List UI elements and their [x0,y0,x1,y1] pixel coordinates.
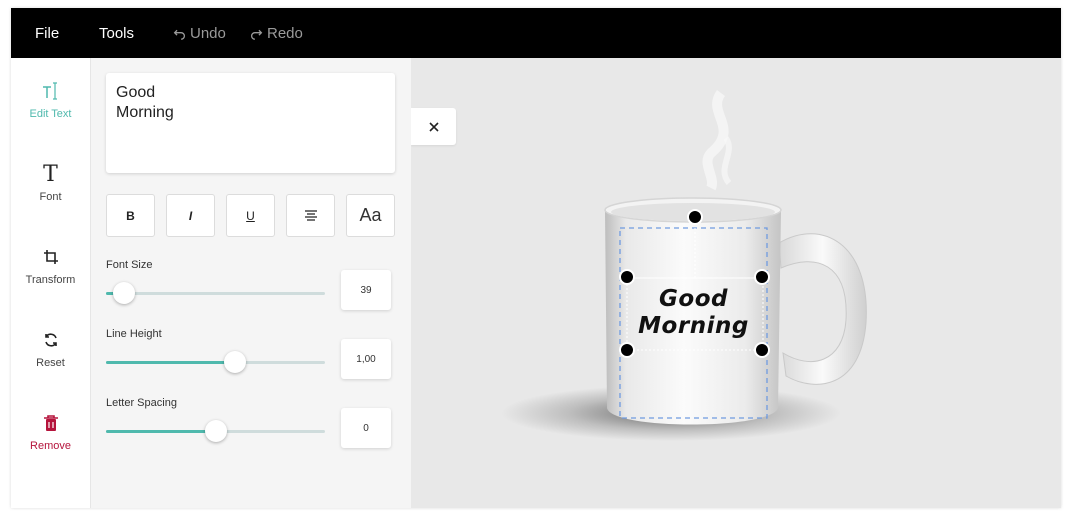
letter-spacing-fill [106,430,216,433]
sidebar-item-label: Transform [25,274,76,286]
print-line: Morning [638,313,749,339]
font-size-handle[interactable] [112,282,135,304]
undo-button[interactable]: Undo [173,25,226,42]
underline-button[interactable]: U [226,194,275,237]
sidebar-item-font[interactable]: T Font [11,161,90,204]
sidebar-item-remove[interactable]: Remove [11,410,90,452]
app-window: File Tools Undo Redo Edit Text T Font Tr… [11,8,1061,508]
tool-sidebar: Edit Text T Font Transform Reset Remove [11,58,91,508]
sidebar-item-label: Reset [36,357,65,369]
text-case-icon: Aa [359,205,382,225]
font-size-slider[interactable] [106,282,325,304]
mug-image [501,90,867,441]
italic-button[interactable]: I [166,194,215,237]
resize-handle-bottom-right[interactable] [754,342,770,358]
redo-icon [251,29,263,40]
top-menu-bar: File Tools Undo Redo [11,8,1061,58]
font-size-value[interactable]: 39 [341,270,391,310]
rotate-handle[interactable] [687,209,703,225]
resize-handle-bottom-left[interactable] [619,342,635,358]
trash-icon [11,410,90,436]
letter-spacing-value[interactable]: 0 [341,408,391,448]
font-icon: T [43,161,58,187]
line-height-slider[interactable] [106,351,325,373]
edit-text-icon [11,78,90,104]
underline-icon: U [246,208,255,223]
redo-label: Redo [267,25,303,42]
text-line: Morning [116,104,174,121]
text-line: Good [116,84,156,101]
line-height-fill [106,361,236,364]
undo-icon [173,29,185,40]
bold-button[interactable]: B [106,194,155,237]
crop-icon [11,244,90,270]
font-size-label: Font Size [106,259,153,271]
text-input[interactable]: Good Morning [106,73,395,173]
resize-handle-top-right[interactable] [754,269,770,285]
sidebar-item-transform[interactable]: Transform [11,244,90,286]
close-icon [428,121,439,132]
align-center-button[interactable] [286,194,335,237]
sidebar-item-edit-text[interactable]: Edit Text [11,78,90,120]
italic-icon: I [188,208,193,223]
line-height-label: Line Height [106,328,162,340]
text-editor-panel: Good Morning B I U Aa Font Size 39 Line … [91,58,411,508]
letter-spacing-slider[interactable] [106,420,325,442]
bold-icon: B [126,208,135,223]
letter-spacing-label: Letter Spacing [106,397,177,409]
line-height-handle[interactable] [224,351,247,373]
sidebar-item-label: Font [39,191,62,203]
align-center-icon [304,209,317,221]
letter-spacing-handle[interactable] [204,420,227,442]
mug-print-text[interactable]: Good Morning [621,286,766,340]
redo-button[interactable]: Redo [250,25,303,42]
sidebar-item-reset[interactable]: Reset [11,327,90,369]
sidebar-item-label: Remove [30,440,71,452]
undo-label: Undo [190,25,226,42]
text-case-button[interactable]: Aa [346,194,395,237]
line-height-value[interactable]: 1,00 [341,339,391,379]
file-menu[interactable]: File [35,25,59,42]
print-line: Good [659,286,728,312]
sidebar-item-label: Edit Text [29,108,72,120]
reset-icon [11,327,90,353]
tools-menu[interactable]: Tools [99,25,134,42]
close-button[interactable] [411,108,456,145]
design-canvas[interactable]: Good Morning [411,58,1061,508]
resize-handle-top-left[interactable] [619,269,635,285]
